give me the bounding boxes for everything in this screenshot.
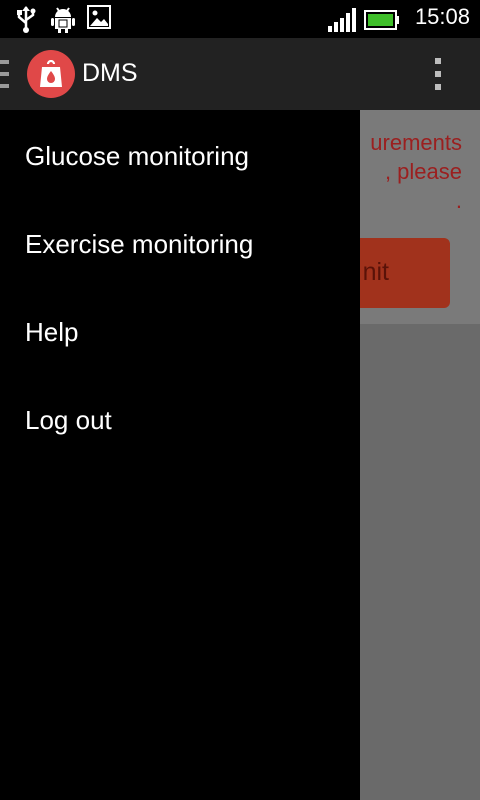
drawer-item-help[interactable]: Help [0,288,360,376]
navigation-drawer: Glucose monitoring Exercise monitoring H… [0,110,360,800]
app-title: DMS [82,59,138,87]
usb-icon [14,5,38,37]
battery-icon [364,10,400,34]
overflow-menu-icon[interactable] [432,58,444,92]
image-icon [87,5,111,33]
app-logo-icon[interactable] [27,50,75,98]
signal-icon [328,8,356,36]
drawer-item-log-out[interactable]: Log out [0,376,360,464]
drawer-toggle-icon[interactable] [0,60,9,88]
android-debug-icon [50,5,76,37]
status-time: 15:08 [414,4,470,29]
status-bar: 15:08 [0,0,480,38]
action-bar: DMS [0,38,480,111]
drawer-item-glucose-monitoring[interactable]: Glucose monitoring [0,112,360,200]
drawer-item-exercise-monitoring[interactable]: Exercise monitoring [0,200,360,288]
